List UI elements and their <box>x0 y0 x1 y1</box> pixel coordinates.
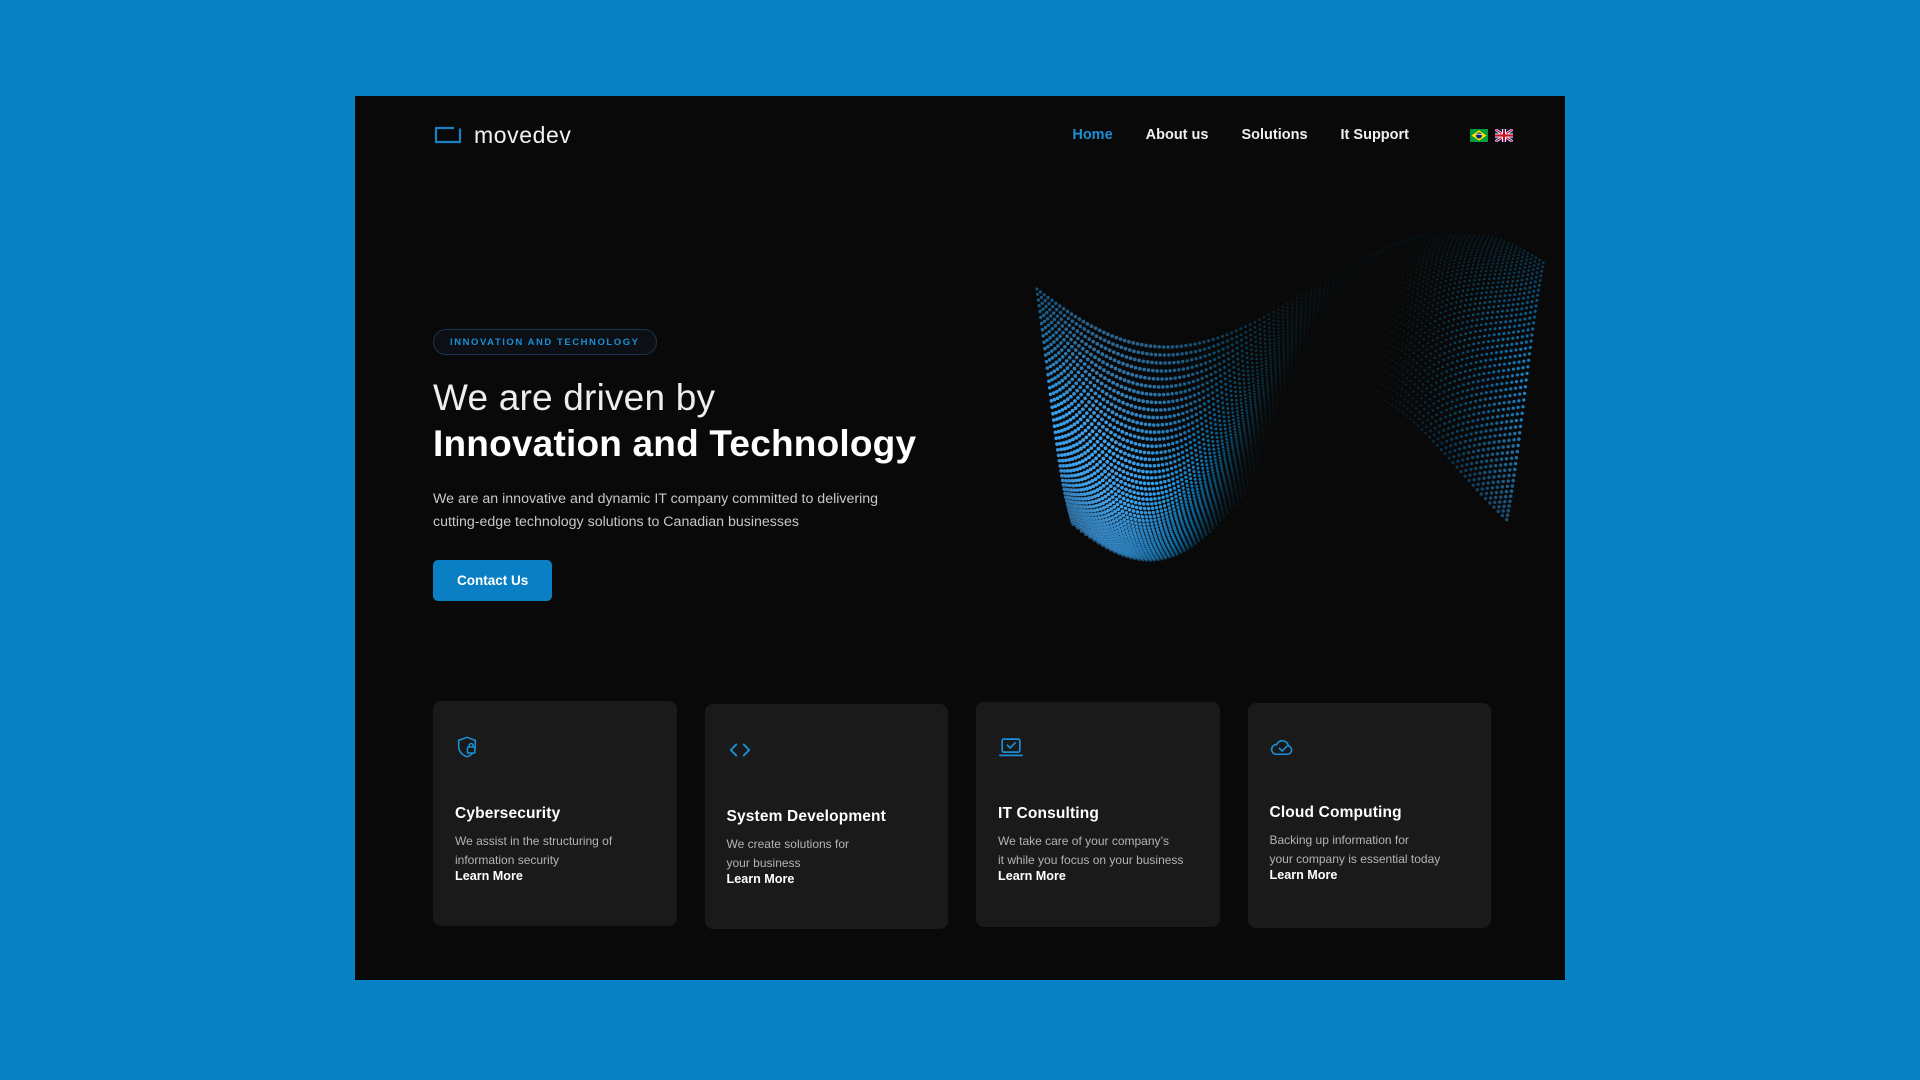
hero-description: We are an innovative and dynamic IT comp… <box>433 490 879 530</box>
card-description: We take care of your company’s it while … <box>998 834 1184 867</box>
nav-item-it-support[interactable]: It Support <box>1341 127 1409 143</box>
uk-flag-icon[interactable] <box>1494 127 1514 143</box>
hero-section: INNOVATION AND TECHNOLOGY We are driven … <box>355 174 1565 714</box>
page-title: We are driven by Innovation and Technolo… <box>433 377 953 466</box>
cloud-check-icon <box>1270 737 1470 758</box>
service-card-cybersecurity[interactable]: Cybersecurity We assist in the structuri… <box>433 701 677 926</box>
site-logo[interactable]: movedev <box>433 122 572 149</box>
primary-navigation: Home About us Solutions It Support <box>1072 127 1514 143</box>
contact-us-button[interactable]: Contact Us <box>433 559 553 601</box>
card-description: Backing up information for your company … <box>1269 833 1441 866</box>
card-title: Cloud Computing <box>1269 804 1402 821</box>
service-card-system-development[interactable]: System Development We create solutions f… <box>704 704 948 929</box>
hero-particle-wave-graphic <box>1015 230 1565 634</box>
card-title: System Development <box>726 808 886 825</box>
shield-lock-icon <box>455 735 655 759</box>
laptop-check-icon <box>998 736 1198 759</box>
movedev-logo-icon <box>433 125 463 145</box>
learn-more-link[interactable]: Learn More <box>998 869 1198 905</box>
language-switcher <box>1470 127 1514 143</box>
card-description: We create solutions for your business <box>726 837 850 870</box>
services-card-grid: Cybersecurity We assist in the structuri… <box>433 701 1491 929</box>
card-title: IT Consulting <box>998 805 1099 822</box>
logo-wordmark: movedev <box>474 121 572 148</box>
code-brackets-icon <box>727 738 927 762</box>
service-card-it-consulting[interactable]: IT Consulting We take care of your compa… <box>976 702 1220 927</box>
nav-item-home[interactable]: Home <box>1072 127 1112 143</box>
hero-copy: INNOVATION AND TECHNOLOGY We are driven … <box>433 329 953 601</box>
headline-line-1: We are driven by <box>433 377 716 418</box>
learn-more-link[interactable]: Learn More <box>455 869 655 905</box>
learn-more-link[interactable]: Learn More <box>1270 868 1470 904</box>
card-description: We assist in the structuring of informat… <box>455 834 613 867</box>
card-title: Cybersecurity <box>455 805 561 822</box>
brazil-flag-icon[interactable] <box>1470 128 1488 142</box>
headline-line-2: Innovation and Technology <box>433 422 917 464</box>
hero-badge: INNOVATION AND TECHNOLOGY <box>433 329 657 355</box>
site-header: movedev Home About us Solutions It Suppo… <box>355 96 1565 174</box>
learn-more-link[interactable]: Learn More <box>727 872 927 908</box>
nav-item-solutions[interactable]: Solutions <box>1241 127 1307 143</box>
service-card-cloud-computing[interactable]: Cloud Computing Backing up information f… <box>1247 703 1491 928</box>
nav-item-about-us[interactable]: About us <box>1146 127 1209 143</box>
website-viewport: movedev Home About us Solutions It Suppo… <box>355 96 1565 980</box>
